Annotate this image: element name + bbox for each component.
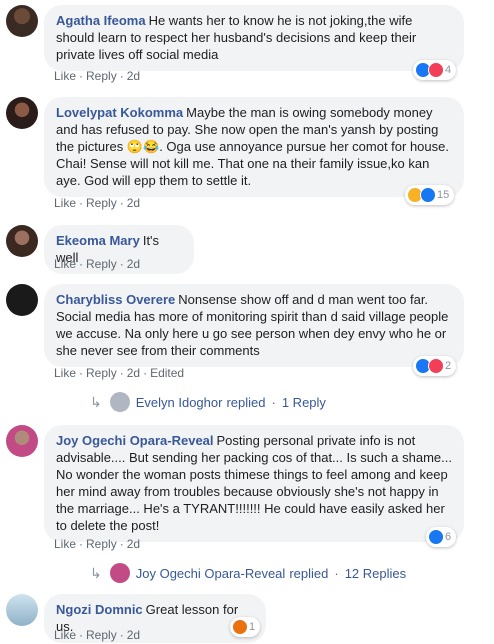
reaction-summary[interactable]: 1 <box>230 617 261 637</box>
timestamp[interactable]: 2d <box>127 257 140 271</box>
reaction-count: 4 <box>445 64 452 76</box>
comment-actions: Like · Reply · 2d <box>54 69 141 83</box>
reply-author[interactable]: Joy Ogechi Opara-Reveal <box>136 566 286 581</box>
comment-author[interactable]: Joy Ogechi Opara-Reveal <box>56 433 214 448</box>
reaction-summary[interactable]: 4 <box>413 60 457 80</box>
edited-label: Edited <box>150 366 185 380</box>
view-replies-link[interactable]: ↳ Joy Ogechi Opara-Reveal replied · 12 R… <box>90 563 406 583</box>
reply-author[interactable]: Evelyn Idoghor <box>136 395 223 410</box>
comment-actions: Like · Reply · 2d <box>54 196 141 210</box>
comment-author[interactable]: Agatha Ifeoma <box>56 13 146 28</box>
reply-arrow-icon: ↳ <box>90 564 102 581</box>
reply-action: replied <box>226 394 266 410</box>
reply-link[interactable]: Reply <box>86 537 117 551</box>
comment-actions: Like · Reply · 2d · Edited <box>54 366 185 380</box>
avatar <box>109 563 130 583</box>
like-link[interactable]: Like <box>54 257 76 271</box>
comment-author[interactable]: Lovelypat Kokomma <box>56 105 183 120</box>
love-reaction-icon <box>428 62 444 78</box>
reaction-count: 15 <box>437 189 450 201</box>
like-link[interactable]: Like <box>54 628 76 642</box>
reply-link[interactable]: Reply <box>86 366 117 380</box>
like-link[interactable]: Like <box>54 366 76 380</box>
comment-author[interactable]: Ngozi Domnic <box>56 602 143 617</box>
reaction-count: 1 <box>249 621 256 633</box>
reaction-summary[interactable]: 15 <box>405 185 455 205</box>
avatar[interactable] <box>6 225 38 257</box>
reply-link[interactable]: Reply <box>86 69 117 83</box>
view-replies-link[interactable]: ↳ Evelyn Idoghor replied · 1 Reply <box>90 392 326 412</box>
timestamp[interactable]: 2d <box>127 69 140 83</box>
like-reaction-icon <box>428 529 444 545</box>
comment-actions: Like · Reply · 2d <box>54 257 141 271</box>
comment-author[interactable]: Charybliss Overere <box>56 292 175 307</box>
timestamp[interactable]: 2d <box>127 366 140 380</box>
comment-bubble: Charybliss Overere Nonsense show off and … <box>44 284 464 367</box>
like-reaction-icon <box>420 187 436 203</box>
like-link[interactable]: Like <box>54 537 76 551</box>
timestamp[interactable]: 2d <box>127 196 140 210</box>
reply-count[interactable]: 12 Replies <box>345 566 406 581</box>
avatar[interactable] <box>6 594 38 626</box>
like-link[interactable]: Like <box>54 69 76 83</box>
reply-action: replied <box>289 565 329 581</box>
reaction-summary[interactable]: 6 <box>426 527 457 547</box>
reaction-count: 2 <box>445 360 452 372</box>
comment-bubble: Agatha Ifeoma He wants her to know he is … <box>44 5 464 71</box>
reply-link[interactable]: Reply <box>86 196 117 210</box>
love-reaction-icon <box>428 358 444 374</box>
timestamp[interactable]: 2d <box>127 537 140 551</box>
reaction-summary[interactable]: 2 <box>413 356 457 376</box>
comment-text: Posting personal private info is not adv… <box>56 433 452 533</box>
reply-link[interactable]: Reply <box>86 257 117 271</box>
reaction-count: 6 <box>445 531 452 543</box>
comment-author[interactable]: Ekeoma Mary <box>56 233 140 248</box>
avatar[interactable] <box>6 97 38 129</box>
reply-link[interactable]: Reply <box>86 628 117 642</box>
comment-bubble: Lovelypat Kokomma Maybe the man is owing … <box>44 97 464 197</box>
comment-bubble: Joy Ogechi Opara-Reveal Posting personal … <box>44 425 464 542</box>
angry-reaction-icon <box>232 619 248 635</box>
comment-actions: Like · Reply · 2d <box>54 537 141 551</box>
reply-arrow-icon: ↳ <box>90 393 102 410</box>
timestamp[interactable]: 2d <box>127 628 140 642</box>
avatar <box>109 392 130 412</box>
reply-count[interactable]: 1 Reply <box>282 395 326 410</box>
like-link[interactable]: Like <box>54 196 76 210</box>
avatar[interactable] <box>6 5 38 37</box>
avatar[interactable] <box>6 425 38 457</box>
comment-actions: Like · Reply · 2d <box>54 628 141 642</box>
avatar[interactable] <box>6 284 38 316</box>
